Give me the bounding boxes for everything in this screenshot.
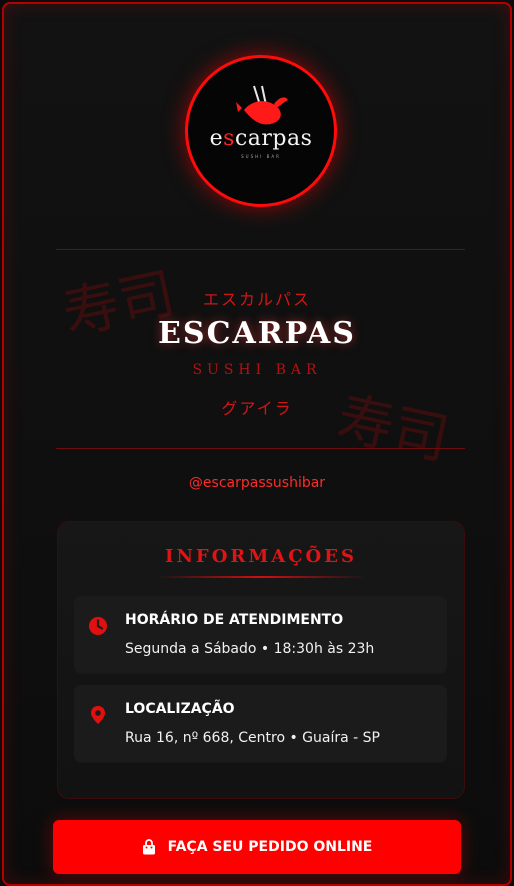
logo-subtext: SUSHI BAR xyxy=(241,154,281,159)
info-item-value: Rua 16, nº 668, Centro • Guaíra - SP xyxy=(125,730,380,746)
japanese-name: エスカルパス xyxy=(202,290,311,309)
japanese-city: グアイラ xyxy=(221,399,293,418)
divider xyxy=(56,448,465,449)
order-online-button[interactable]: FAÇA SEU PEDIDO ONLINE xyxy=(53,820,461,874)
location-pin-icon xyxy=(91,706,105,724)
page-subtitle: SUSHI BAR xyxy=(192,362,322,378)
info-item-label: HORÁRIO DE ATENDIMENTO xyxy=(125,612,344,628)
shopping-bag-icon xyxy=(142,839,155,855)
clock-icon xyxy=(89,617,107,635)
info-item-location: LOCALIZAÇÃO Rua 16, nº 668, Centro • Gua… xyxy=(74,685,447,762)
info-item-hours: HORÁRIO DE ATENDIMENTO Segunda a Sábado … xyxy=(74,596,447,673)
logo: escarpas SUSHI BAR xyxy=(185,55,337,207)
divider xyxy=(56,249,465,250)
info-title-underline xyxy=(156,576,366,578)
main-card: 寿司 寿司 情報 escarpas SUSHI BAR エスカルパス ESCAR… xyxy=(2,2,512,886)
watermark-sushi-kanji: 寿司 xyxy=(331,385,455,473)
order-online-label: FAÇA SEU PEDIDO ONLINE xyxy=(167,839,373,855)
instagram-handle-link[interactable]: @escarpassushibar xyxy=(4,475,510,491)
page-title: ESCARPAS xyxy=(158,316,356,351)
info-item-label: LOCALIZAÇÃO xyxy=(125,701,235,717)
info-title: INFORMAÇÕES xyxy=(165,546,357,567)
info-item-value: Segunda a Sábado • 18:30h às 23h xyxy=(125,641,375,657)
logo-wordmark: escarpas xyxy=(209,126,313,151)
info-panel: INFORMAÇÕES HORÁRIO DE ATENDIMENTO Segun… xyxy=(57,521,465,799)
